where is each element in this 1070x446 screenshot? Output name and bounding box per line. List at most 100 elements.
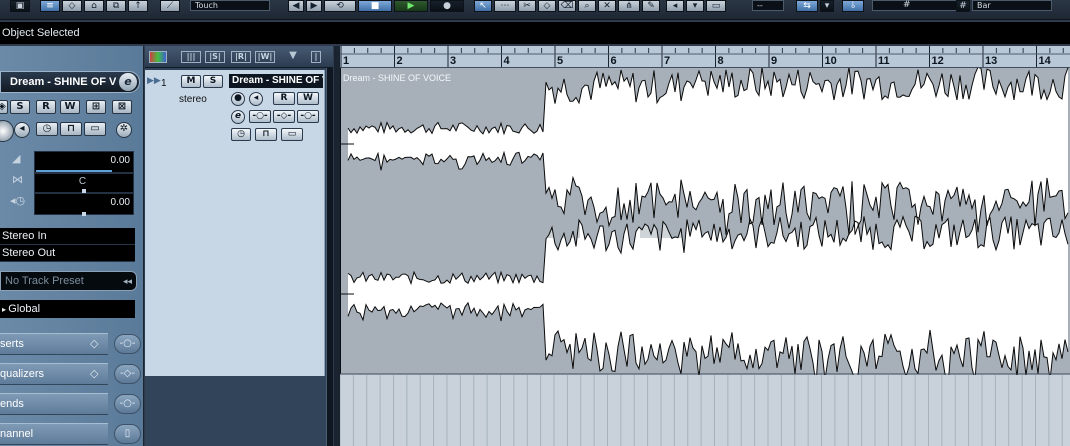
rewind-button[interactable]: ◀ [288,0,304,12]
record-enable-button[interactable] [0,120,14,142]
automation-curve-icon[interactable]: ⟋ [160,0,180,12]
copy-icon[interactable]: ⧉ [106,0,126,12]
track-name[interactable]: Dream - SHINE OF VOICE [229,74,323,88]
track-row[interactable]: ▶▶ 1 stereo M S Dream - SHINE OF VOICE ●… [145,70,325,376]
ruler-bar-label: 14 [1038,55,1051,67]
object-selection-tool[interactable]: ↖ [474,0,492,12]
track-send-bypass-icon[interactable]: -○- [297,110,319,123]
inserts-expand-icon[interactable]: -○- [114,334,141,354]
glue-tool[interactable]: ◇ [538,0,556,12]
forward-button[interactable]: ▶ [306,0,322,12]
mute-tool[interactable]: ✕ [598,0,616,12]
track-preset-selector[interactable]: No Track Preset ◂◂ [0,271,137,291]
track-read-button[interactable]: R [273,92,295,105]
ruler-bar-label: 9 [771,55,778,67]
track-color-icon[interactable] [149,51,167,63]
track-write-button[interactable]: W [297,92,319,105]
equalizers-bypass-icon[interactable]: ◇ [90,367,98,380]
freeze-icon[interactable]: ⊞ [86,100,106,114]
project-event-display[interactable]: Dream - SHINE OF VOICE [340,68,1070,446]
track-list-header: ||| |S| |R| |W| ▼ | [145,46,333,68]
channel-tab[interactable]: nannel [0,423,108,445]
write-button[interactable]: W [60,100,80,114]
erase-tool[interactable]: ⌫ [558,0,576,12]
monitor-speaker-icon[interactable]: ◂ [14,122,30,138]
play-button[interactable]: ▶ [394,0,428,12]
draw-tool[interactable]: ✎ [642,0,660,12]
track-eq-bypass-icon[interactable]: -◇- [273,110,295,123]
track-record-enable-icon[interactable]: ● [231,92,245,106]
snap-mode-icon[interactable]: ▾ [820,0,834,12]
track-number: 1 [161,78,167,89]
snap-to-zero-button[interactable]: ⫰ [842,0,864,12]
grid-type-field[interactable]: # [872,0,960,11]
inserts-section[interactable]: serts ◇ -○- [0,333,142,355]
time-base-icon[interactable]: ◷ [36,122,58,136]
track-list-options-icon[interactable]: | [311,51,321,63]
global-mute-button[interactable]: ||| [181,51,201,63]
ruler-bar-label: 12 [931,55,944,67]
write-automation-button[interactable]: ⌂ [84,0,104,12]
color-swatch-icon[interactable]: ▭ [706,0,726,12]
equalizers-section[interactable]: qualizers ◇ -◇- [0,363,142,385]
constrain-delay-button[interactable]: ≡ [40,0,60,12]
track-monitor-icon[interactable]: ◂ [249,92,263,106]
sends-expand-icon[interactable]: -○- [114,394,141,414]
output-routing-label: Stereo Out [2,247,56,259]
global-write-button[interactable]: |W| [255,51,275,63]
time-warp-tool[interactable]: ⋔ [618,0,640,12]
input-routing[interactable]: Stereo In [0,228,135,245]
read-automation-button[interactable]: ◇ [62,0,82,12]
record-button[interactable]: ● [430,0,464,12]
color-tool[interactable]: ▾ [686,0,704,12]
channel-section[interactable]: nannel ▯ [0,423,142,445]
timeline-ruler[interactable]: 1 2 3 4 5 6 7 8 9 10 11 12 13 14 [340,46,1070,68]
track-solo-button[interactable]: S [203,75,223,88]
lane-icon[interactable]: ▭ [84,122,106,136]
project-icon[interactable]: ▣ [10,0,30,12]
snap-value-field[interactable]: -- [752,0,784,11]
play-tool[interactable]: ◂ [666,0,684,12]
ruler-bar-label: 11 [878,55,890,67]
bypass-icon[interactable]: ⊠ [112,100,132,114]
track-insert-bypass-icon[interactable]: -○- [249,110,271,123]
track-mute-button[interactable]: M [181,75,201,88]
snap-button[interactable]: ⇆ [796,0,818,12]
track-edit-button[interactable]: e [231,110,245,124]
ruler-bar-label: 3 [450,55,457,67]
arrow-icon[interactable]: ↑ [128,0,148,12]
track-lock-icon[interactable]: ⊓ [255,128,277,141]
inserts-bypass-icon[interactable]: ◇ [90,337,98,350]
automation-mode-select[interactable]: Touch [190,0,270,11]
delay-slider-handle[interactable] [82,212,86,216]
channel-expand-icon[interactable]: ▯ [114,424,141,444]
sends-section[interactable]: ends -○- [0,393,142,415]
monitor-button[interactable]: ◈ [0,100,8,114]
track-select-arrow-icon: ▶▶ [147,76,161,86]
read-button[interactable]: R [36,100,56,114]
track-list-menu-icon[interactable]: ▼ [287,51,299,63]
inspector-track-header[interactable]: Dream - SHINE OF V e [0,71,140,93]
info-line: Object Selected [0,22,1070,44]
volume-icon: ◢ [12,152,21,165]
track-timebase-icon[interactable]: ◷ [231,128,251,141]
group-selector[interactable]: ▸ Global [0,300,135,318]
stop-button[interactable]: ■ [358,0,392,12]
track-lanes-icon[interactable]: ▭ [281,128,303,141]
equalizers-expand-icon[interactable]: -◇- [114,364,141,384]
range-selection-tool[interactable]: ⋯ [494,0,516,12]
settings-gear-icon[interactable]: ✲ [116,122,132,138]
channel-label: nannel [0,428,34,440]
global-read-button[interactable]: |R| [231,51,251,63]
track-list-scrollbar[interactable] [326,68,333,446]
cycle-button[interactable]: ⟲ [324,0,356,12]
zoom-tool[interactable]: ⌕ [578,0,596,12]
split-tool[interactable]: ✂ [518,0,536,12]
quantize-select[interactable]: Bar [972,0,1052,11]
lock-icon[interactable]: ⊓ [60,122,82,136]
edit-channel-button[interactable]: e [119,73,137,91]
sends-tab[interactable]: ends [0,393,108,415]
output-routing[interactable]: Stereo Out [0,245,135,262]
global-solo-button[interactable]: |S| [205,51,225,63]
solo-button[interactable]: S [10,100,30,114]
